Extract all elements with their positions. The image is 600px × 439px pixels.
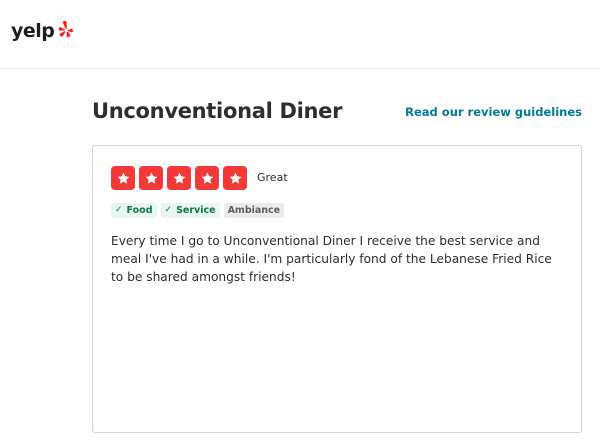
top-header: yelp — [0, 0, 600, 69]
tag-label: Service — [176, 205, 216, 216]
tag-ambiance[interactable]: Ambiance — [223, 203, 285, 218]
tag-service[interactable]: ✓ Service — [160, 203, 220, 218]
review-tags: ✓ Food ✓ Service Ambiance — [111, 203, 288, 218]
star-icon — [201, 172, 213, 184]
star-icon — [117, 172, 129, 184]
check-icon: ✓ — [164, 205, 173, 215]
star-icon — [145, 172, 157, 184]
check-icon: ✓ — [115, 205, 123, 215]
rating-label: Great — [257, 171, 288, 184]
star-1-button[interactable] — [111, 166, 135, 190]
tag-label: Food — [126, 205, 153, 216]
tag-food[interactable]: ✓ Food — [111, 203, 157, 218]
star-2-button[interactable] — [139, 166, 163, 190]
star-rating: Great — [111, 166, 288, 190]
review-guidelines-link[interactable]: Read our review guidelines — [405, 104, 582, 120]
tag-label: Ambiance — [227, 205, 281, 216]
star-3-button[interactable] — [167, 166, 191, 190]
yelp-logo[interactable]: yelp — [11, 20, 77, 42]
review-text-area[interactable]: Every time I go to Unconventional Diner … — [111, 232, 566, 286]
yelp-burst-icon — [59, 20, 74, 38]
logo-wordmark: yelp — [11, 20, 55, 42]
page-title: Unconventional Diner — [92, 99, 343, 123]
star-icon — [173, 172, 185, 184]
star-4-button[interactable] — [195, 166, 219, 190]
review-card: Great ✓ Food ✓ Service Ambiance Every ti… — [92, 145, 582, 433]
star-icon — [229, 172, 241, 184]
star-5-button[interactable] — [223, 166, 247, 190]
